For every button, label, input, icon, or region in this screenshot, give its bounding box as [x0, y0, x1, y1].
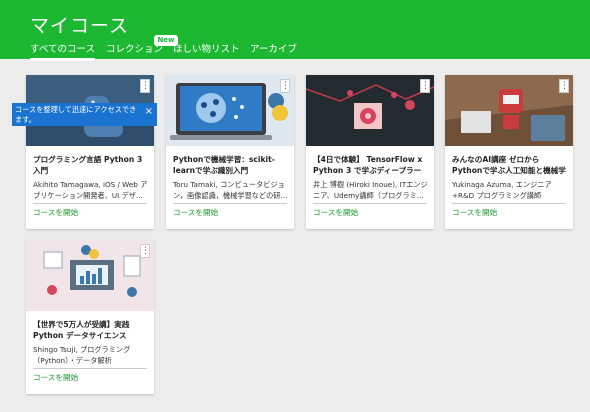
course-title: プログラミング言語 Python 3 入門	[33, 155, 143, 175]
divider	[33, 203, 147, 204]
course-author: Yukinaga Azuma, エンジニア +R&D プログラミング講師	[452, 180, 552, 200]
course-thumbnail	[26, 240, 154, 311]
divider	[452, 203, 566, 204]
tab-wishlist[interactable]: ほしい物リスト	[173, 41, 240, 55]
course-menu-icon[interactable]: ⋮	[140, 79, 150, 93]
course-menu-icon[interactable]: ⋮	[420, 79, 430, 93]
close-icon[interactable]: ×	[145, 106, 153, 118]
course-card[interactable]: ⋮ プログラミング言語 Python 3 入門 Akihito Tamagawa…	[26, 75, 154, 229]
tab-archive[interactable]: アーカイブ	[250, 41, 297, 55]
divider	[173, 203, 287, 204]
course-menu-icon[interactable]: ⋮	[559, 79, 569, 93]
course-author: Akihito Tamagawa, iOS / Web アプリケーション開発者、…	[33, 180, 148, 200]
header-bar: マイコース すべてのコース コレクション New ほしい物リスト アーカイブ	[0, 0, 590, 61]
course-title: Pythonで機械学習：scikit-learnで学ぶ識別入門	[173, 155, 275, 175]
divider	[313, 203, 427, 204]
course-card[interactable]: ⋮ 【世界で5万人が受講】実践 Python データサイエンス Shingo T…	[26, 240, 154, 394]
course-title: みんなのAI講座 ゼロからPythonで学ぶ人工知能と機械学習	[452, 155, 566, 175]
organize-tooltip: コースを整理して迅速にアクセスできます。 ×	[12, 103, 157, 126]
divider	[33, 368, 147, 369]
course-card[interactable]: ⋮ 【4日で体験】 TensorFlow x Python 3 で学ぶディープラ…	[306, 75, 434, 229]
start-course-link[interactable]: コースを開始	[313, 207, 358, 218]
start-course-link[interactable]: コースを開始	[173, 207, 218, 218]
course-author: 井上 博樹 (Hiroki Inoue), ITエンジニア、Udemy講師（プロ…	[313, 180, 428, 200]
course-author: Toru Tamaki, コンピュータビジョン，画像認識，機械学習などの研...	[173, 180, 288, 200]
course-thumbnail	[445, 75, 573, 146]
start-course-link[interactable]: コースを開始	[452, 207, 497, 218]
course-menu-icon[interactable]: ⋮	[140, 244, 150, 258]
course-author: Shingo Tsuji, プログラミング（Python）・データ解析	[33, 345, 131, 365]
course-thumbnail	[166, 75, 294, 146]
course-menu-icon[interactable]: ⋮	[280, 79, 290, 93]
course-thumbnail	[306, 75, 434, 146]
course-title: 【世界で5万人が受講】実践 Python データサイエンス	[33, 320, 130, 340]
course-title: 【4日で体験】 TensorFlow x Python 3 で学ぶディープラーニ…	[313, 155, 423, 175]
start-course-link[interactable]: コースを開始	[33, 207, 78, 218]
course-card[interactable]: ⋮ みんなのAI講座 ゼロからPythonで学ぶ人工知能と機械学習 Yukina…	[445, 75, 573, 229]
start-course-link[interactable]: コースを開始	[33, 372, 78, 383]
tab-all-courses[interactable]: すべてのコース	[30, 41, 95, 61]
course-card[interactable]: ⋮ Pythonで機械学習：scikit-learnで学ぶ識別入門 Toru T…	[166, 75, 294, 229]
page-title: マイコース	[30, 15, 130, 37]
tooltip-text: コースを整理して迅速にアクセスできます。	[15, 105, 137, 124]
